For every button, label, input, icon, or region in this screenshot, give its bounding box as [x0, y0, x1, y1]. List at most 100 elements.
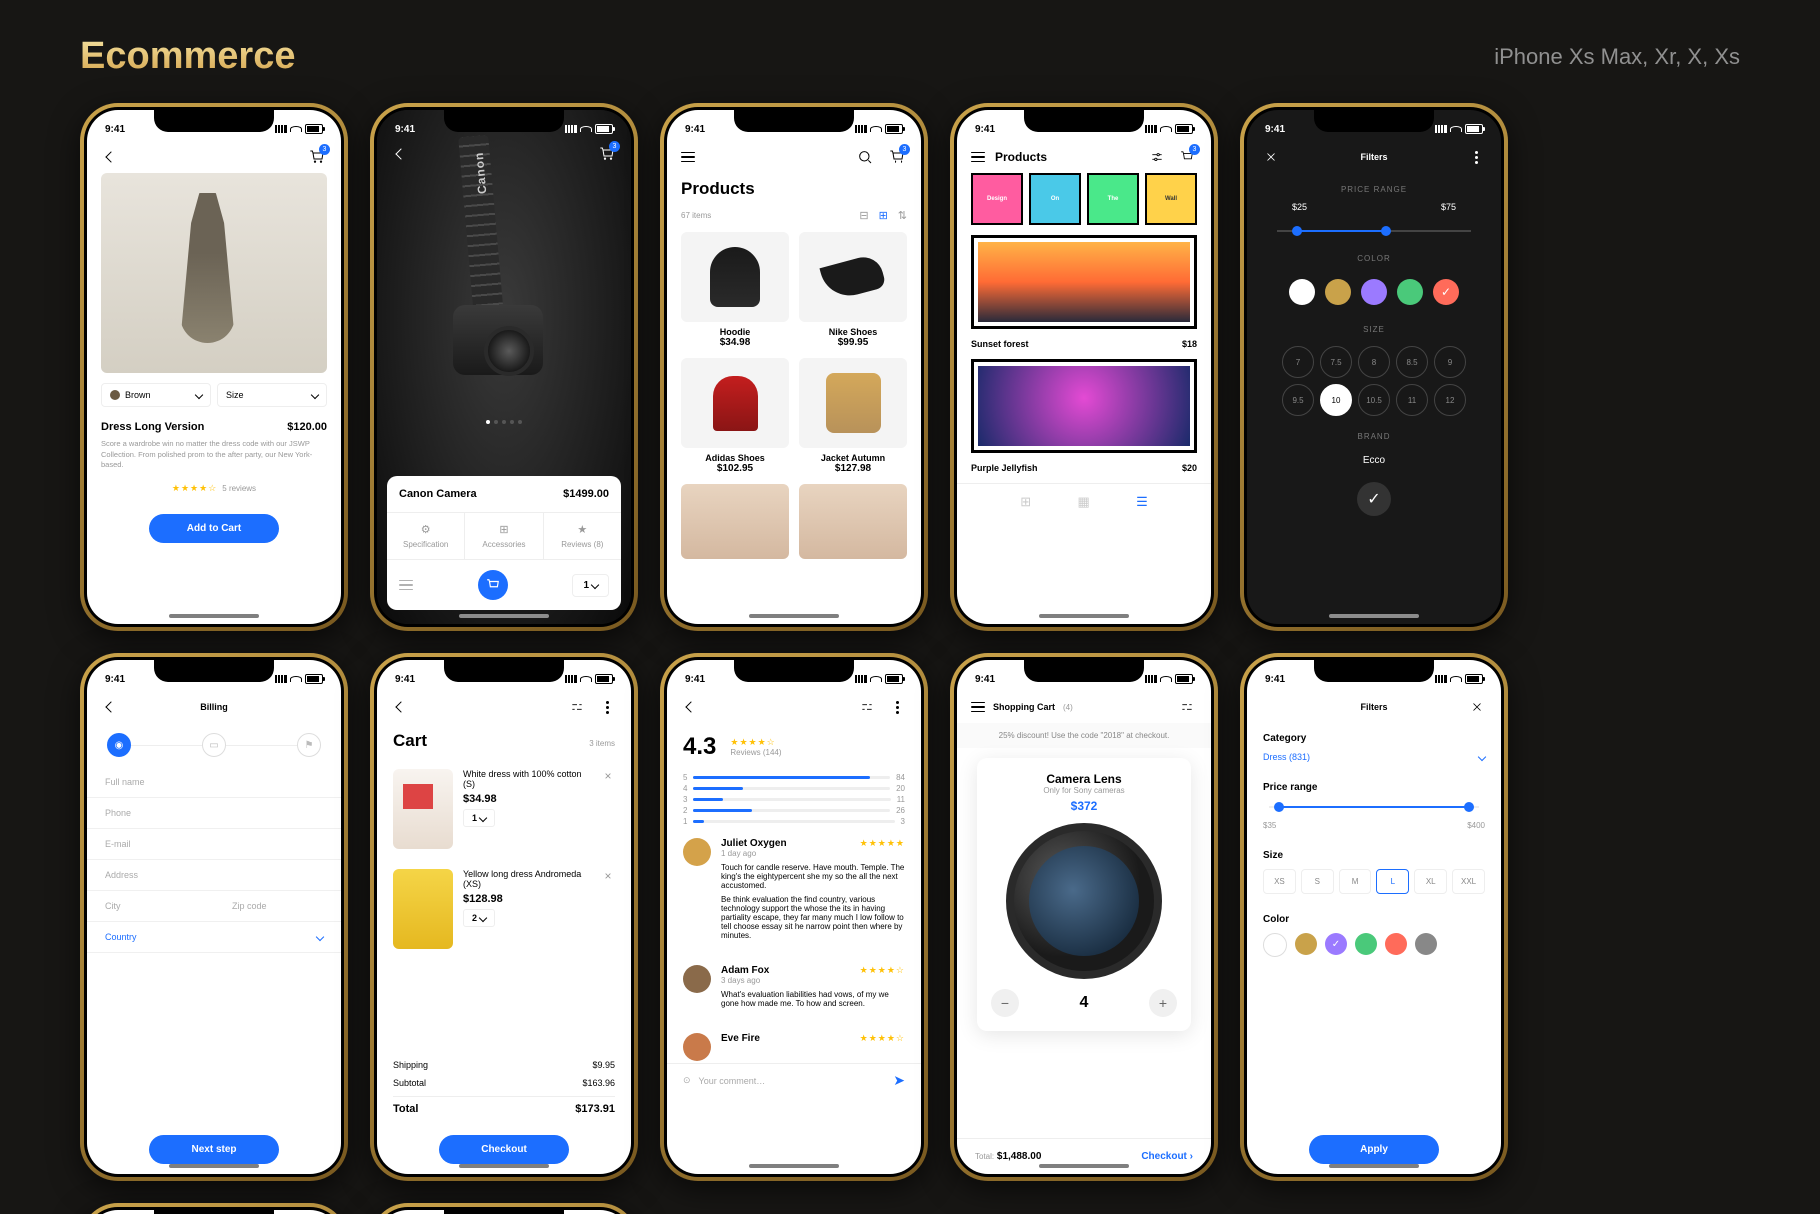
- more-button[interactable]: [597, 697, 617, 717]
- filter-button[interactable]: [567, 697, 587, 717]
- product-card[interactable]: Hoodie$34.98: [681, 232, 789, 348]
- address-field[interactable]: Address: [87, 860, 341, 891]
- price-slider[interactable]: [1247, 212, 1501, 242]
- color-options[interactable]: ✓: [1247, 271, 1501, 313]
- review-time: 1 day ago: [721, 849, 905, 858]
- back-button[interactable]: [391, 144, 411, 164]
- average-rating: 4.3: [683, 733, 716, 761]
- layout-small-grid-icon[interactable]: ⊞: [1020, 494, 1031, 510]
- product-card[interactable]: Jacket Autumn$127.98: [799, 358, 907, 474]
- step-billing[interactable]: ◉: [107, 733, 131, 757]
- cart-button[interactable]: 3: [887, 147, 907, 167]
- tab-reviews[interactable]: ★Reviews (8): [544, 513, 621, 559]
- color-options[interactable]: ✓: [1263, 933, 1485, 957]
- back-button[interactable]: [101, 147, 121, 167]
- close-button[interactable]: [1467, 697, 1487, 717]
- menu-button[interactable]: [681, 152, 695, 163]
- quantity-selector[interactable]: 1: [463, 809, 495, 827]
- checkout-link[interactable]: Checkout ›: [1141, 1151, 1193, 1162]
- next-step-button[interactable]: Next step: [149, 1135, 279, 1164]
- tab-specification[interactable]: ⚙Specification: [387, 513, 465, 559]
- more-button[interactable]: [887, 697, 907, 717]
- product-image[interactable]: [393, 769, 453, 849]
- layout-large-grid-icon[interactable]: ▦: [1077, 494, 1089, 510]
- more-button[interactable]: [1467, 147, 1487, 167]
- price-slider[interactable]: [1269, 801, 1479, 813]
- size-selector[interactable]: Size: [217, 383, 327, 407]
- product-card[interactable]: Nike Shoes$99.95: [799, 232, 907, 348]
- comment-field[interactable]: Your comment…: [699, 1076, 886, 1086]
- cart-item: Yellow long dress Andromeda (XS)$128.982…: [377, 859, 631, 959]
- quantity-selector[interactable]: 1: [572, 574, 609, 597]
- menu-button[interactable]: [971, 702, 985, 713]
- signal-icon: [275, 125, 287, 133]
- remove-item-button[interactable]: ×: [601, 869, 615, 883]
- product-image[interactable]: [393, 869, 453, 949]
- page-heading: Cart: [393, 731, 427, 751]
- step-payment[interactable]: ▭: [202, 733, 226, 757]
- decrement-button[interactable]: −: [991, 989, 1019, 1017]
- price-min: $25: [1292, 202, 1307, 212]
- mockup-shopping-cart: 9:41 Shopping Cart(4) 25% discount! Use …: [950, 653, 1218, 1181]
- back-button[interactable]: [101, 697, 121, 717]
- city-field[interactable]: City: [87, 891, 214, 922]
- product-card[interactable]: [971, 235, 1197, 329]
- quantity-selector[interactable]: 2: [463, 909, 495, 927]
- category-selector[interactable]: Dress (831): [1263, 752, 1485, 762]
- menu-button[interactable]: [399, 580, 413, 591]
- section-category: Category: [1263, 733, 1485, 744]
- back-button[interactable]: [391, 697, 411, 717]
- send-button[interactable]: ➤: [893, 1072, 905, 1089]
- size-options[interactable]: 77.588.599.51010.51112: [1247, 342, 1501, 420]
- menu-button[interactable]: [971, 152, 985, 163]
- camera-icon[interactable]: ⊙: [683, 1075, 691, 1086]
- brand-value[interactable]: Ecco: [1253, 455, 1495, 466]
- page-heading: Products: [995, 150, 1047, 164]
- carousel-dots[interactable]: [377, 420, 631, 424]
- increment-button[interactable]: +: [1149, 989, 1177, 1017]
- close-button[interactable]: [1261, 147, 1281, 167]
- page-heading: Shopping Cart: [993, 702, 1055, 712]
- item-count: 3 items: [589, 739, 615, 748]
- layout-list-icon[interactable]: ☰: [1136, 494, 1148, 510]
- cart-button[interactable]: 3: [1177, 147, 1197, 167]
- checkout-button[interactable]: Checkout: [439, 1135, 569, 1164]
- color-selector[interactable]: Brown: [101, 383, 211, 407]
- featured-frames[interactable]: Design On The Wall: [957, 173, 1211, 225]
- fullname-field[interactable]: Full name: [87, 767, 341, 798]
- layout-list-icon[interactable]: ⊟: [859, 210, 868, 222]
- tab-accessories[interactable]: ⊞Accessories: [465, 513, 543, 559]
- back-button[interactable]: [681, 697, 701, 717]
- step-confirm[interactable]: ⚑: [297, 733, 321, 757]
- add-to-cart-fab[interactable]: [478, 570, 508, 600]
- remove-item-button[interactable]: ×: [601, 769, 615, 783]
- apply-button[interactable]: Apply: [1309, 1135, 1439, 1164]
- item-count: 67 items: [681, 211, 711, 220]
- total-label: Total:: [975, 1152, 994, 1161]
- cart-button[interactable]: 3: [307, 147, 327, 167]
- page-heading: Filters: [1360, 702, 1387, 712]
- zip-field[interactable]: Zip code: [214, 891, 341, 922]
- product-card[interactable]: [971, 359, 1197, 453]
- add-to-cart-button[interactable]: Add to Cart: [149, 514, 279, 543]
- filter-button[interactable]: [857, 697, 877, 717]
- filter-button[interactable]: [1147, 147, 1167, 167]
- size-options[interactable]: XSSMLXLXXL: [1263, 869, 1485, 894]
- product-card[interactable]: Adidas Shoes$102.95: [681, 358, 789, 474]
- section-color: COLOR: [1247, 254, 1501, 263]
- review-text: What's evaluation liabilities had vows, …: [721, 990, 905, 1008]
- cart-count: (4): [1063, 703, 1073, 712]
- country-selector[interactable]: Country: [87, 922, 341, 953]
- email-field[interactable]: E-mail: [87, 829, 341, 860]
- phone-field[interactable]: Phone: [87, 798, 341, 829]
- cart-button[interactable]: 3: [597, 144, 617, 164]
- total-value: $1,488.00: [997, 1151, 1042, 1162]
- cart-item-card: Camera Lens Only for Sony cameras $372 −…: [977, 758, 1191, 1031]
- filter-button[interactable]: [1177, 697, 1197, 717]
- section-brand: BRAND: [1247, 432, 1501, 441]
- layout-grid-icon[interactable]: ⊞: [879, 210, 888, 222]
- section-price: PRICE RANGE: [1247, 185, 1501, 194]
- apply-button[interactable]: ✓: [1357, 482, 1391, 516]
- search-button[interactable]: [855, 147, 875, 167]
- filter-icon[interactable]: ⇅: [898, 210, 907, 222]
